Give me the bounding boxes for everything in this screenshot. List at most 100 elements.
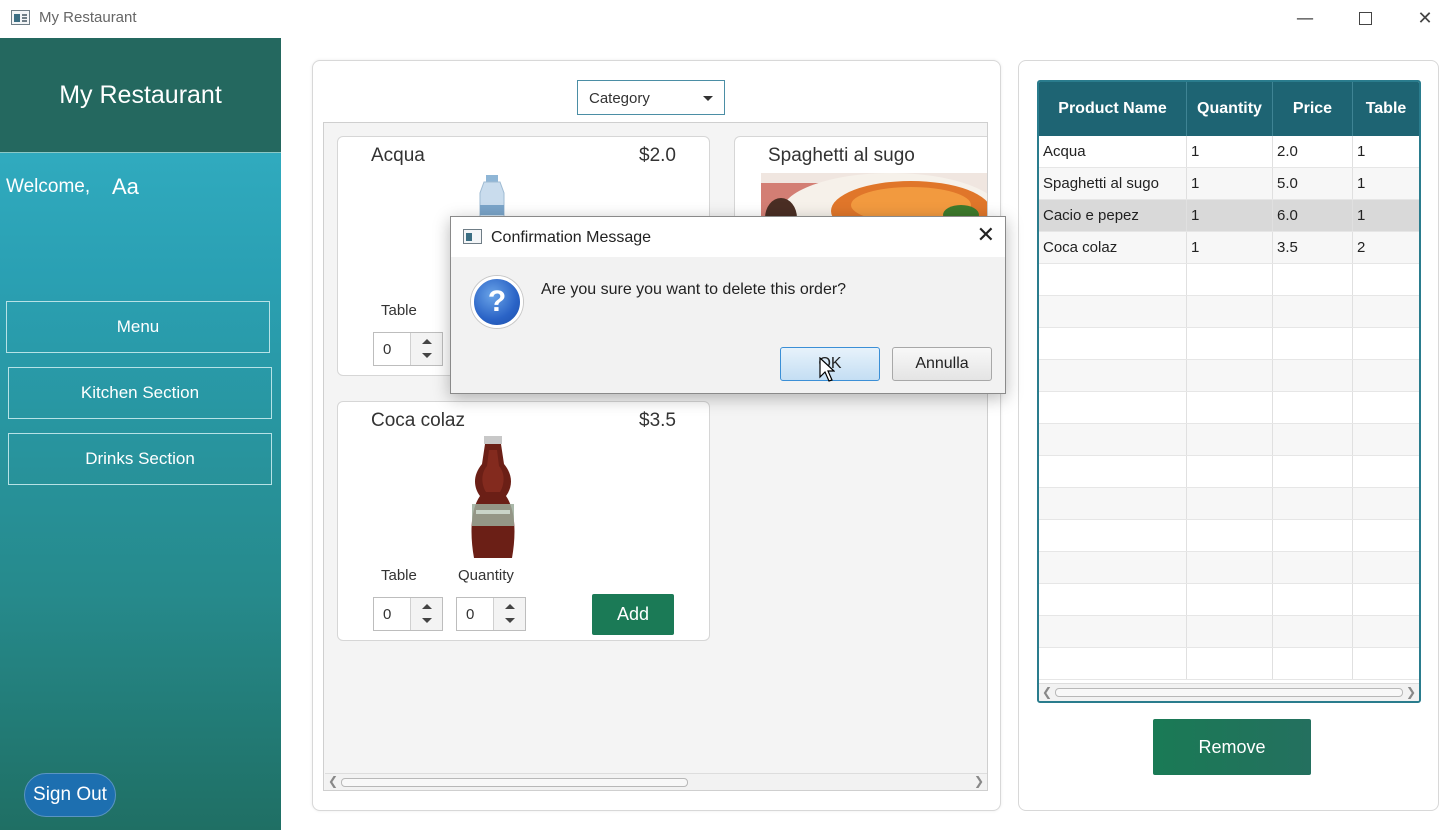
remove-button[interactable]: Remove <box>1153 719 1311 775</box>
table-label: Table <box>381 302 417 319</box>
cola-bottle-image <box>471 436 515 558</box>
chevron-right-icon[interactable]: ❯ <box>1406 685 1416 699</box>
table-stepper[interactable]: 0 <box>373 597 443 631</box>
welcome-label: Welcome, <box>6 176 91 197</box>
chevron-down-icon[interactable] <box>422 353 432 358</box>
table-cell <box>1187 552 1273 583</box>
table-cell: 1 <box>1357 207 1366 224</box>
table-cell <box>1187 328 1273 359</box>
table-row[interactable] <box>1039 456 1419 488</box>
quantity-stepper[interactable]: 0 <box>456 597 526 631</box>
table-row[interactable] <box>1039 520 1419 552</box>
window-titlebar: My Restaurant — ✕ <box>0 0 1456 38</box>
table-cell <box>1353 296 1419 327</box>
table-cell <box>1187 648 1273 679</box>
table-cell <box>1273 424 1353 455</box>
product-name: Spaghetti al sugo <box>768 145 915 166</box>
quantity-stepper-value: 0 <box>466 606 475 623</box>
table-cell <box>1353 616 1419 647</box>
nav-kitchen-section-button[interactable]: Kitchen Section <box>8 367 272 419</box>
scrollbar-thumb[interactable] <box>1055 688 1403 697</box>
chevron-down-icon[interactable] <box>505 618 515 623</box>
orders-table[interactable]: Product Name Quantity Price Table Acqua 1… <box>1037 80 1421 703</box>
chevron-up-icon[interactable] <box>422 604 432 609</box>
sign-out-button[interactable]: Sign Out <box>24 773 116 817</box>
close-icon[interactable]: ✕ <box>977 223 995 248</box>
table-cell <box>1273 456 1353 487</box>
table-cell: 1 <box>1187 232 1273 263</box>
close-window-button[interactable]: ✕ <box>1396 0 1454 36</box>
table-cell <box>1353 648 1419 679</box>
category-select-value: Category <box>589 90 650 107</box>
table-row[interactable] <box>1039 488 1419 520</box>
table-cell: 1 <box>1357 175 1366 192</box>
add-button[interactable]: Add <box>592 594 674 635</box>
orders-horizontal-scrollbar[interactable]: ❮ ❯ <box>1039 683 1419 701</box>
table-cell <box>1187 616 1273 647</box>
table-cell: 1 <box>1187 136 1273 167</box>
table-row[interactable]: Coca colaz 1 3.5 2 <box>1039 232 1419 264</box>
table-cell <box>1039 424 1187 455</box>
stepper-buttons[interactable] <box>410 333 442 365</box>
table-row[interactable] <box>1039 264 1419 296</box>
orders-table-header: Product Name Quantity Price Table <box>1039 82 1419 136</box>
table-cell: 3.5 <box>1273 232 1353 263</box>
chevron-up-icon[interactable] <box>422 339 432 344</box>
chevron-left-icon[interactable]: ❮ <box>1042 685 1052 699</box>
column-header-quantity[interactable]: Quantity <box>1187 82 1273 136</box>
sidebar-header: My Restaurant <box>0 38 281 153</box>
table-cell: 1 <box>1187 168 1273 199</box>
table-row[interactable] <box>1039 424 1419 456</box>
chevron-down-icon[interactable] <box>422 618 432 623</box>
table-row[interactable] <box>1039 584 1419 616</box>
category-select[interactable]: Category <box>577 80 725 115</box>
table-row[interactable] <box>1039 552 1419 584</box>
table-stepper-value: 0 <box>383 341 392 358</box>
table-row[interactable] <box>1039 328 1419 360</box>
table-cell <box>1273 264 1353 295</box>
table-row[interactable] <box>1039 360 1419 392</box>
table-row[interactable] <box>1039 296 1419 328</box>
table-cell <box>1039 520 1187 551</box>
table-row[interactable]: Spaghetti al sugo 1 5.0 1 <box>1039 168 1419 200</box>
table-cell <box>1039 648 1187 679</box>
table-cell <box>1187 584 1273 615</box>
quantity-label: Quantity <box>458 567 514 584</box>
column-header-table[interactable]: Table <box>1353 82 1419 136</box>
stepper-buttons[interactable] <box>493 598 525 630</box>
chevron-up-icon[interactable] <box>505 604 515 609</box>
column-header-price[interactable]: Price <box>1273 82 1353 136</box>
minimize-button[interactable]: — <box>1276 0 1334 36</box>
table-row[interactable] <box>1039 616 1419 648</box>
chevron-left-icon[interactable]: ❮ <box>328 774 338 788</box>
stepper-buttons[interactable] <box>410 598 442 630</box>
table-cell <box>1353 488 1419 519</box>
nav-menu-button[interactable]: Menu <box>6 301 270 353</box>
table-row[interactable] <box>1039 392 1419 424</box>
username-label: Aa <box>112 174 139 199</box>
table-cell <box>1039 360 1187 391</box>
maximize-button[interactable] <box>1336 0 1394 36</box>
window-title: My Restaurant <box>39 9 137 26</box>
scrollbar-thumb[interactable] <box>341 778 688 787</box>
nav-drinks-section-button[interactable]: Drinks Section <box>8 433 272 485</box>
table-cell <box>1187 360 1273 391</box>
table-cell <box>1273 392 1353 423</box>
table-row[interactable]: Cacio e pepez 1 6.0 1 <box>1039 200 1419 232</box>
products-horizontal-scrollbar[interactable]: ❮ ❯ <box>325 773 987 790</box>
table-stepper-value: 0 <box>383 606 392 623</box>
chevron-right-icon[interactable]: ❯ <box>974 774 984 788</box>
table-cell: 1 <box>1357 143 1366 160</box>
table-cell <box>1039 296 1187 327</box>
column-header-product-name[interactable]: Product Name <box>1039 82 1187 136</box>
product-card-coca-colaz: Coca colaz $3.5 Table Quantity 0 0 Add <box>337 401 710 641</box>
table-cell <box>1273 616 1353 647</box>
table-cell <box>1187 456 1273 487</box>
table-stepper[interactable]: 0 <box>373 332 443 366</box>
question-icon: ? <box>471 276 523 328</box>
table-cell: 2.0 <box>1273 136 1353 167</box>
cancel-button[interactable]: Annulla <box>892 347 992 381</box>
table-row[interactable] <box>1039 648 1419 680</box>
table-row[interactable]: Acqua 1 2.0 1 <box>1039 136 1419 168</box>
table-cell <box>1273 520 1353 551</box>
